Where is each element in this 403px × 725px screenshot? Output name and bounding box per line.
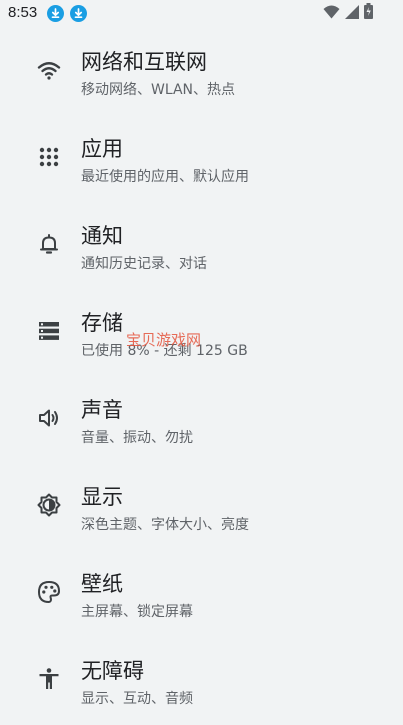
settings-item-subtitle: 通知历史记录、对话 <box>81 256 207 272</box>
download-icon <box>70 5 87 22</box>
settings-item-subtitle: 最近使用的应用、默认应用 <box>81 169 249 185</box>
settings-item-storage[interactable]: 存储 已使用 8% - 还剩 125 GB <box>0 291 403 377</box>
settings-item-apps[interactable]: 应用 最近使用的应用、默认应用 <box>0 117 403 203</box>
settings-item-subtitle: 音量、振动、勿扰 <box>81 430 193 446</box>
bell-icon <box>37 232 61 256</box>
settings-item-notifications[interactable]: 通知 通知历史记录、对话 <box>0 204 403 290</box>
settings-item-title: 存储 <box>81 311 123 335</box>
download-icon <box>47 5 64 22</box>
brightness-icon <box>37 493 61 517</box>
storage-icon <box>37 319 61 343</box>
settings-item-subtitle: 深色主题、字体大小、亮度 <box>81 517 249 533</box>
settings-item-network[interactable]: 网络和互联网 移动网络、WLAN、热点 <box>0 30 403 116</box>
settings-item-subtitle: 移动网络、WLAN、热点 <box>81 82 236 98</box>
settings-item-wallpaper[interactable]: 壁纸 主屏幕、锁定屏幕 <box>0 552 403 638</box>
settings-item-subtitle: 主屏幕、锁定屏幕 <box>81 604 193 620</box>
accessibility-icon <box>37 667 61 691</box>
battery-icon <box>364 3 373 23</box>
settings-item-title: 网络和互联网 <box>81 50 207 74</box>
settings-item-title: 通知 <box>81 224 123 248</box>
settings-item-display[interactable]: 显示 深色主题、字体大小、亮度 <box>0 465 403 551</box>
wifi-icon <box>323 4 340 23</box>
settings-item-title: 显示 <box>81 485 123 509</box>
cell-signal-icon <box>345 4 359 23</box>
volume-icon <box>37 406 61 430</box>
settings-item-sound[interactable]: 声音 音量、振动、勿扰 <box>0 378 403 464</box>
settings-item-title: 应用 <box>81 137 123 161</box>
watermark: 宝贝游戏网 <box>126 331 202 349</box>
settings-item-title: 壁纸 <box>81 572 123 596</box>
settings-item-title: 声音 <box>81 398 123 422</box>
settings-item-title: 无障碍 <box>81 659 144 683</box>
wifi-icon <box>37 58 61 82</box>
palette-icon <box>37 580 61 604</box>
status-bar: 8:53 <box>0 0 403 28</box>
apps-grid-icon <box>37 145 61 169</box>
status-time: 8:53 <box>8 4 38 21</box>
settings-item-subtitle: 显示、互动、音频 <box>81 691 193 707</box>
settings-item-accessibility[interactable]: 无障碍 显示、互动、音频 <box>0 639 403 725</box>
